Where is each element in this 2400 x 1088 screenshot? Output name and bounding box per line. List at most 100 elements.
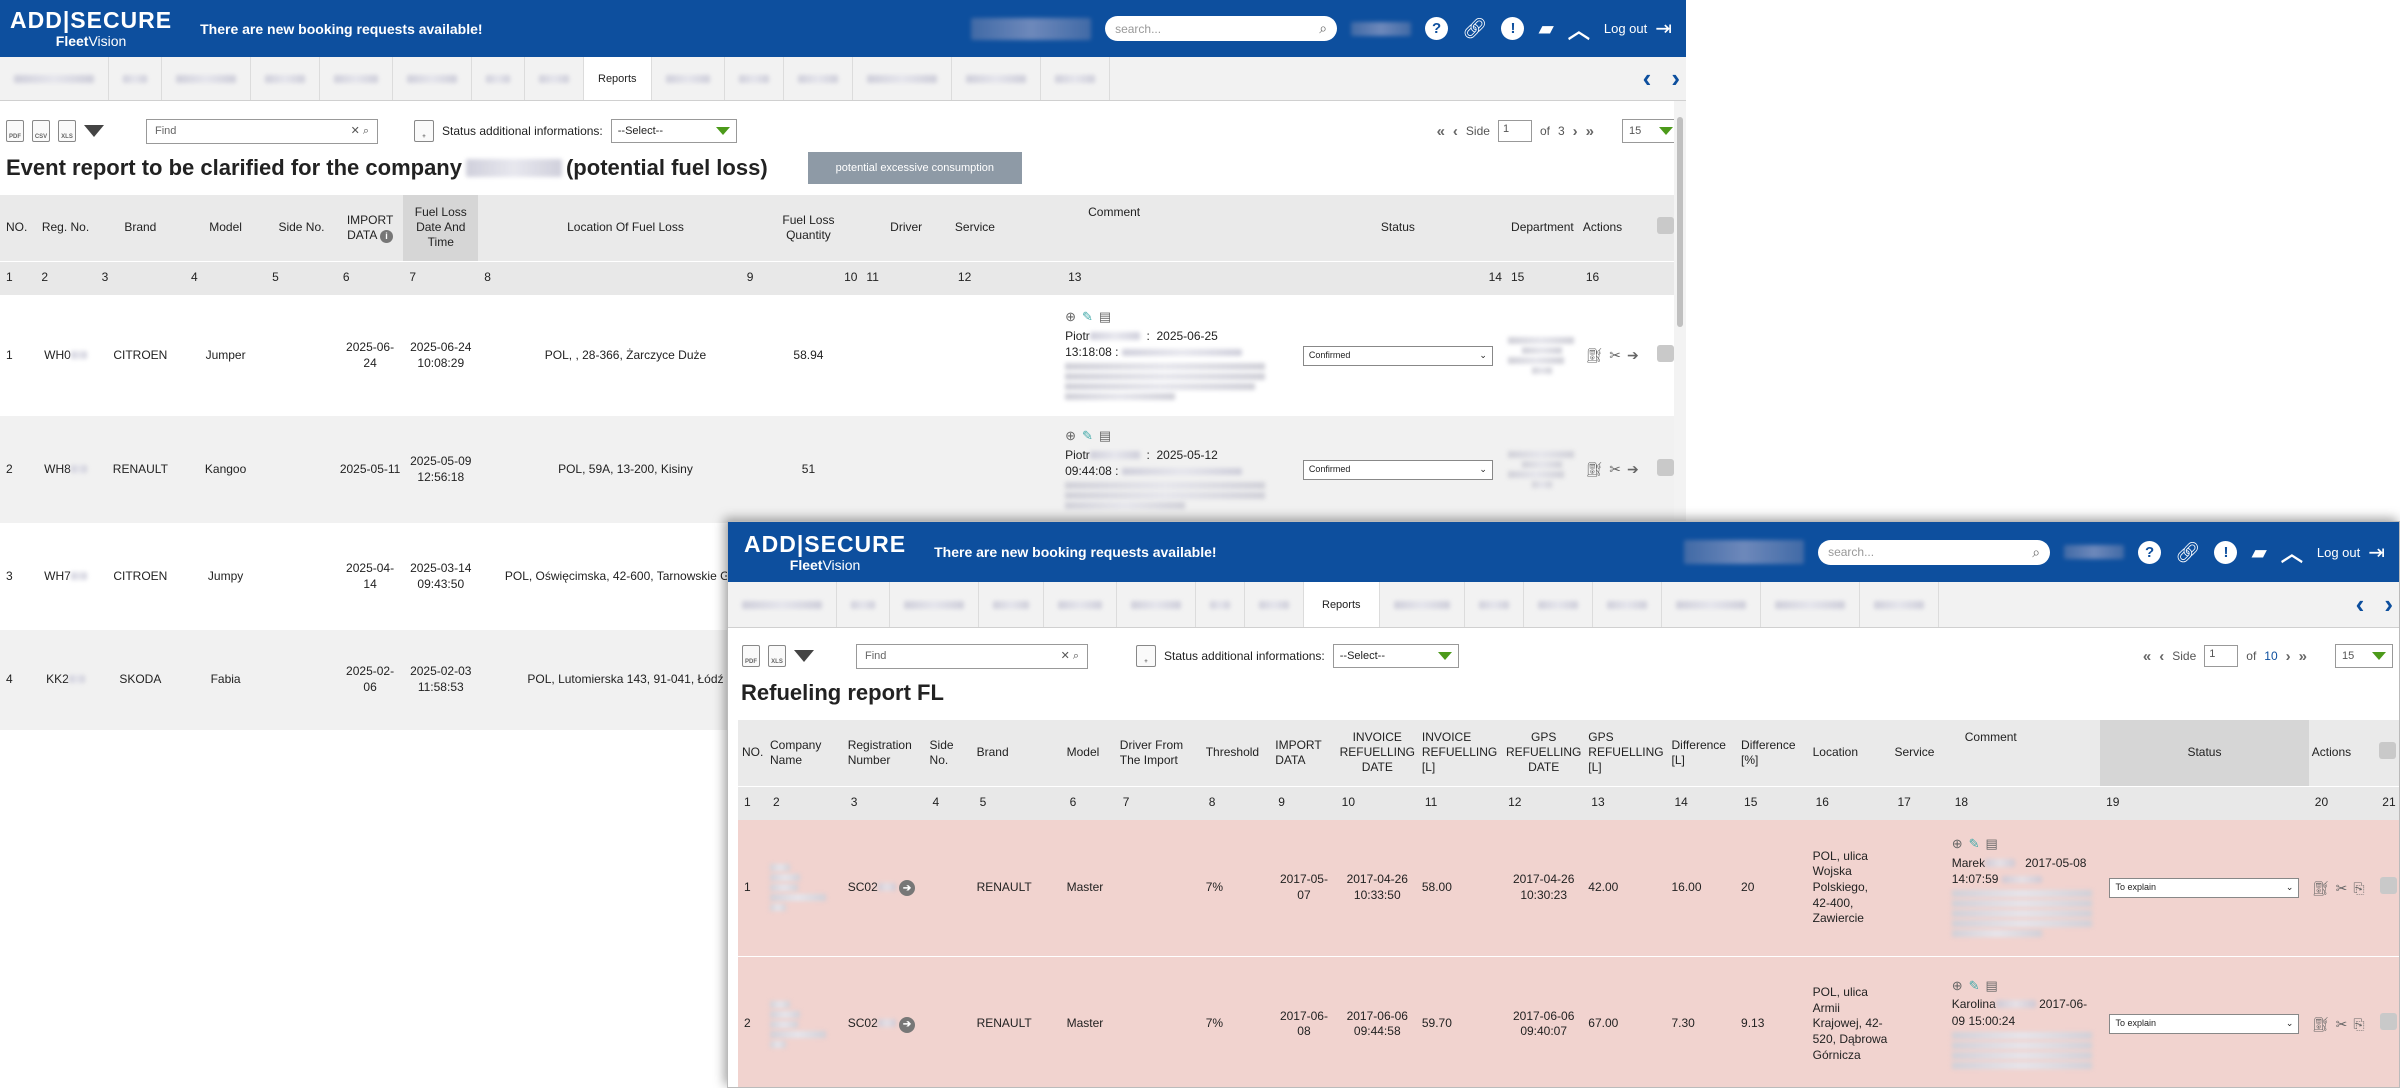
col-brand[interactable]: Brand bbox=[95, 195, 186, 261]
tools-icon[interactable]: ✂ bbox=[2336, 879, 2348, 897]
go-icon[interactable]: ➔ bbox=[1627, 346, 1639, 364]
excessive-consumption-button[interactable]: potential excessive consumption bbox=[807, 152, 1023, 184]
add-comment-icon[interactable]: ⊕ bbox=[1952, 835, 1963, 853]
fuel-icon[interactable]: ⛽︎ bbox=[2312, 879, 2330, 897]
col-reg[interactable]: Reg. No. bbox=[35, 195, 96, 261]
col-threshold[interactable]: Threshold bbox=[1202, 720, 1273, 786]
add-comment-icon[interactable]: ⊕ bbox=[1065, 427, 1076, 445]
status-select[interactable]: Confirmed ⌄ bbox=[1302, 345, 1493, 366]
tab-next-icon[interactable]: › bbox=[2384, 589, 2393, 620]
notes-icon[interactable]: ▤ bbox=[1099, 308, 1111, 326]
xls-export-icon[interactable]: XLS bbox=[768, 645, 786, 667]
tab-redacted[interactable] bbox=[1761, 582, 1860, 627]
select-all-checkbox[interactable] bbox=[1656, 217, 1674, 235]
add-info-icon[interactable]: + bbox=[414, 120, 434, 142]
chat-icon[interactable]: ▰ bbox=[1538, 16, 1553, 41]
table-row[interactable]: 2 SC02 ➔ RENAULT Master 7% 2017-06-08 20… bbox=[738, 956, 2399, 1087]
row-checkbox[interactable] bbox=[2380, 876, 2398, 894]
tab-redacted[interactable] bbox=[1860, 582, 1939, 627]
notes-icon[interactable]: ▤ bbox=[1099, 427, 1111, 445]
tab-redacted[interactable] bbox=[525, 57, 584, 100]
tab-redacted[interactable] bbox=[109, 57, 162, 100]
export-icon[interactable]: ⎘ bbox=[2353, 879, 2364, 897]
pin-icon[interactable]: ✎ bbox=[1969, 977, 1980, 995]
tab-redacted[interactable] bbox=[952, 57, 1041, 100]
addsecure-logo[interactable]: ADD|SECURE FleetVision bbox=[728, 532, 920, 572]
col-import[interactable]: IMPORT DATA bbox=[1272, 720, 1336, 786]
next-page-icon[interactable]: › bbox=[1573, 123, 1578, 140]
col-service[interactable]: Service bbox=[1891, 720, 1949, 786]
col-comment[interactable]: Comment bbox=[1948, 720, 2101, 786]
tab-redacted[interactable] bbox=[1662, 582, 1761, 627]
search-icon[interactable]: ⌕ bbox=[2032, 544, 2040, 561]
tab-redacted[interactable] bbox=[1245, 582, 1304, 627]
go-icon[interactable]: ➔ bbox=[899, 1016, 916, 1033]
tab-reports[interactable]: Reports bbox=[584, 57, 652, 100]
tab-redacted[interactable] bbox=[1196, 582, 1245, 627]
page-input[interactable]: 1 bbox=[2204, 645, 2239, 667]
filter-icon[interactable] bbox=[794, 650, 814, 662]
tab-redacted[interactable] bbox=[393, 57, 472, 100]
next-page-icon[interactable]: › bbox=[2286, 648, 2291, 665]
tab-redacted[interactable] bbox=[1524, 582, 1593, 627]
tab-redacted[interactable] bbox=[1465, 582, 1524, 627]
select-all-checkbox[interactable] bbox=[2379, 742, 2397, 760]
chat-icon[interactable]: ▰ bbox=[2251, 540, 2266, 565]
tab-redacted[interactable] bbox=[1117, 582, 1196, 627]
tab-redacted[interactable] bbox=[472, 57, 525, 100]
col-invoice-l[interactable]: INVOICE REFUELLING [L] bbox=[1418, 720, 1503, 786]
tab-prev-icon[interactable]: ‹ bbox=[1643, 63, 1652, 94]
add-info-icon[interactable]: + bbox=[1136, 645, 1156, 667]
first-page-icon[interactable]: « bbox=[2143, 648, 2151, 665]
tab-redacted[interactable] bbox=[853, 57, 952, 100]
fuel-icon[interactable]: ⛽︎ bbox=[1585, 346, 1603, 364]
col-service[interactable]: Service bbox=[951, 195, 1063, 261]
tab-redacted[interactable] bbox=[320, 57, 393, 100]
pin-icon[interactable]: ✎ bbox=[1082, 308, 1093, 326]
status-select[interactable]: To explain ⌄ bbox=[2109, 877, 2300, 898]
tab-redacted[interactable] bbox=[725, 57, 784, 100]
row-checkbox[interactable] bbox=[2380, 1013, 2398, 1031]
tab-redacted[interactable] bbox=[979, 582, 1044, 627]
fuel-icon[interactable]: ⛽︎ bbox=[2312, 1015, 2330, 1033]
prev-page-icon[interactable]: ‹ bbox=[1453, 123, 1458, 140]
tab-reports[interactable]: Reports bbox=[1304, 582, 1380, 627]
global-search-input[interactable]: search... ⌕ bbox=[1105, 16, 1338, 41]
link-icon[interactable]: 🔗︎ bbox=[1462, 16, 1487, 41]
global-search-input[interactable]: search... ⌕ bbox=[1818, 539, 2051, 565]
logout-button[interactable]: Log out ⇥ bbox=[2317, 540, 2385, 565]
alert-icon[interactable]: ! bbox=[1501, 17, 1525, 40]
info-icon[interactable]: i bbox=[380, 229, 394, 243]
col-invoice-date[interactable]: INVOICE REFUELLING DATE bbox=[1335, 720, 1419, 786]
clear-search-icon[interactable]: ✕ ⌕ bbox=[351, 124, 369, 138]
last-page-icon[interactable]: » bbox=[1586, 123, 1594, 140]
col-no[interactable]: NO. bbox=[0, 195, 36, 261]
chevron-up-icon[interactable]: ︿ bbox=[2281, 536, 2303, 568]
last-page-icon[interactable]: » bbox=[2299, 648, 2307, 665]
tab-redacted[interactable] bbox=[1041, 57, 1110, 100]
addsecure-logo[interactable]: ADD|SECURE FleetVision bbox=[0, 9, 186, 49]
logout-button[interactable]: Log out ⇥ bbox=[1604, 16, 1672, 41]
go-icon[interactable]: ➔ bbox=[899, 880, 916, 896]
row-checkbox[interactable] bbox=[1656, 458, 1674, 476]
col-no[interactable]: NO. bbox=[738, 720, 767, 786]
col-status[interactable]: Status bbox=[2100, 720, 2309, 786]
filter-icon[interactable] bbox=[84, 125, 104, 137]
prev-page-icon[interactable]: ‹ bbox=[2159, 648, 2164, 665]
tab-redacted[interactable] bbox=[1380, 582, 1465, 627]
help-icon[interactable]: ? bbox=[1425, 17, 1449, 40]
go-icon[interactable]: ➔ bbox=[1627, 460, 1639, 478]
tab-redacted[interactable] bbox=[890, 582, 979, 627]
col-qty[interactable]: Fuel Loss Quantity bbox=[756, 195, 861, 261]
col-model[interactable]: Model bbox=[1063, 720, 1117, 786]
col-location[interactable]: Location bbox=[1809, 720, 1892, 786]
tab-redacted[interactable] bbox=[251, 57, 320, 100]
col-side[interactable]: Side No. bbox=[926, 720, 974, 786]
pin-icon[interactable]: ✎ bbox=[1082, 427, 1093, 445]
export-icon[interactable]: ⎘ bbox=[2353, 1015, 2364, 1033]
tools-icon[interactable]: ✂ bbox=[1609, 346, 1621, 364]
col-import[interactable]: IMPORT DATA i bbox=[336, 195, 404, 261]
page-size-select[interactable]: 15 bbox=[1622, 119, 1680, 143]
table-row[interactable]: 2 WH8 RENAULT Kangoo 2025-05-11 2025-05-… bbox=[0, 416, 1686, 523]
col-department[interactable]: Department bbox=[1504, 195, 1580, 261]
